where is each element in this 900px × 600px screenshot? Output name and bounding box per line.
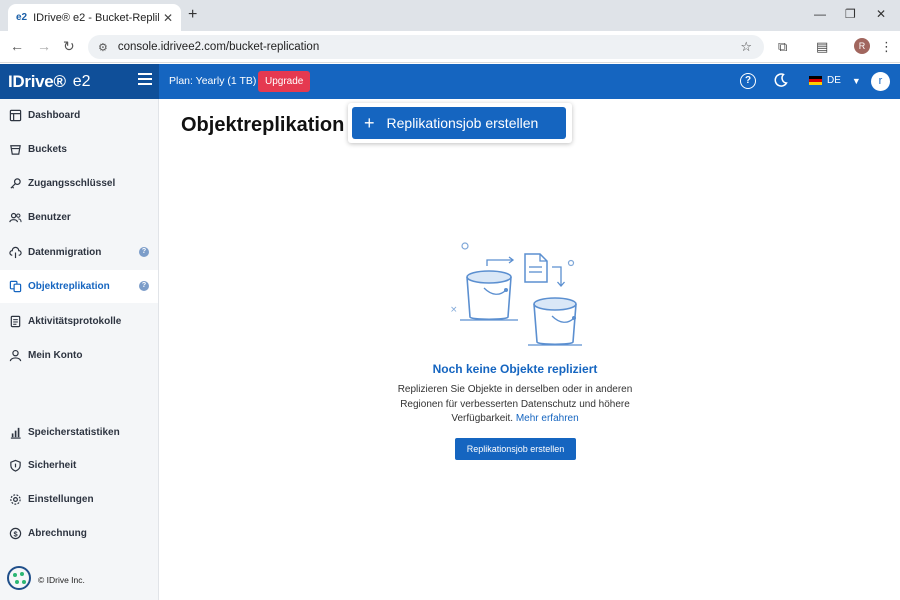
help-circle-icon[interactable]: ? xyxy=(139,247,149,257)
sidebar-item-label: Dashboard xyxy=(28,110,81,121)
shield-icon xyxy=(10,459,21,472)
upgrade-button[interactable]: Upgrade xyxy=(258,71,311,92)
empty-state-illustration: × xyxy=(450,242,582,346)
sidebar-item-security[interactable]: Sicherheit xyxy=(0,449,158,482)
chevron-down-icon: ▼ xyxy=(851,75,861,86)
sidebar-item-billing[interactable]: $ Abrechnung xyxy=(0,517,158,550)
sidebar-item-label: Einstellungen xyxy=(28,494,94,505)
footer-logo-icon xyxy=(7,566,31,590)
sidebar-item-storage-stats[interactable]: Speicherstatistiken xyxy=(0,416,158,449)
dark-mode-moon-icon[interactable] xyxy=(773,72,789,88)
tab-favicon: e2 xyxy=(16,12,28,23)
sidebar-item-label: Datenmigration xyxy=(28,247,102,258)
sidebar-item-label: Benutzer xyxy=(28,212,71,223)
cloud-migration-icon xyxy=(9,246,22,259)
sidebar-item-object-replication[interactable]: Objektreplikation ? xyxy=(0,270,158,303)
german-flag-icon xyxy=(809,76,822,85)
hamburger-menu-icon[interactable] xyxy=(138,73,152,87)
sidebar-item-label: Speicherstatistiken xyxy=(28,427,120,438)
sidebar-item-access-keys[interactable]: Zugangsschlüssel xyxy=(0,167,158,200)
sidebar-item-dashboard[interactable]: Dashboard xyxy=(0,99,158,132)
logo[interactable]: IDrive® e2 xyxy=(0,64,159,99)
activity-log-icon xyxy=(10,315,21,328)
copyright-text: © IDrive Inc. xyxy=(38,575,85,585)
sidebar-item-my-account[interactable]: Mein Konto xyxy=(0,339,158,372)
help-circle-icon[interactable]: ? xyxy=(139,281,149,291)
sidebar-item-label: Aktivitätsprotokolle xyxy=(28,316,122,327)
profile-avatar[interactable]: R xyxy=(854,38,870,54)
sidebar-item-label: Abrechnung xyxy=(28,528,87,539)
forward-icon[interactable]: → xyxy=(37,38,51,54)
language-selector[interactable]: DE ▼ xyxy=(809,75,861,86)
plus-icon: + xyxy=(364,113,375,133)
new-tab-icon[interactable]: + xyxy=(188,6,197,24)
browser-titlebar: e2 IDrive® e2 - Bucket-Replikation ✕ + —… xyxy=(0,0,900,31)
help-icon[interactable]: ? xyxy=(740,73,756,89)
create-button-label: Replikationsjob erstellen xyxy=(386,115,539,131)
learn-more-link[interactable]: Mehr erfahren xyxy=(516,413,579,424)
sidebar-item-users[interactable]: Benutzer xyxy=(0,201,158,234)
create-button-highlight: + Replikationsjob erstellen xyxy=(348,103,572,143)
browser-toolbar: ← → ↻ ⚙ console.idrivee2.com/bucket-repl… xyxy=(0,31,900,63)
language-label: DE xyxy=(827,75,841,86)
page-title: Objektreplikation xyxy=(181,114,345,136)
back-icon[interactable]: ← xyxy=(10,38,24,54)
sidebar-item-activity-logs[interactable]: Aktivitätsprotokolle xyxy=(0,305,158,338)
sidebar-item-label: Zugangsschlüssel xyxy=(28,178,116,189)
logo-suffix: e2 xyxy=(72,72,91,90)
dashboard-icon xyxy=(9,109,22,122)
account-icon xyxy=(9,349,22,362)
url-text: console.idrivee2.com/bucket-replication xyxy=(117,41,320,53)
replication-icon xyxy=(9,280,22,293)
menu-dots-icon[interactable]: ⋮ xyxy=(880,39,893,55)
billing-icon: $ xyxy=(9,527,22,540)
minimize-icon[interactable]: — xyxy=(814,7,826,21)
extensions-icon[interactable]: ⧉ xyxy=(778,39,787,55)
sidebar-item-data-migration[interactable]: Datenmigration ? xyxy=(0,236,158,269)
browser-tab[interactable]: e2 IDrive® e2 - Bucket-Replikation ✕ xyxy=(8,4,181,31)
tab-close-icon[interactable]: ✕ xyxy=(163,11,173,25)
sidebar: Dashboard Buckets Zugangsschlüssel Benut… xyxy=(0,99,159,600)
address-bar[interactable]: ⚙ console.idrivee2.com/bucket-replicatio… xyxy=(88,35,764,59)
reload-icon[interactable]: ↻ xyxy=(63,38,75,55)
svg-text:$: $ xyxy=(13,529,18,538)
key-icon xyxy=(10,178,21,189)
users-icon xyxy=(9,212,22,223)
site-info-icon[interactable]: ⚙ xyxy=(98,41,108,54)
tab-title: IDrive® e2 - Bucket-Replikation xyxy=(33,11,159,24)
user-avatar[interactable]: r xyxy=(871,72,890,91)
window-close-icon[interactable]: ✕ xyxy=(876,7,886,21)
empty-state-title: Noch keine Objekte repliziert xyxy=(432,362,598,376)
empty-state-create-button[interactable]: Replikationsjob erstellen xyxy=(455,438,576,460)
restore-icon[interactable]: ❐ xyxy=(845,7,856,21)
sidebar-item-settings[interactable]: Einstellungen xyxy=(0,483,158,516)
sidebar-item-label: Sicherheit xyxy=(28,460,77,471)
gear-icon xyxy=(10,494,21,505)
sidebar-item-label: Mein Konto xyxy=(28,350,83,361)
sidebar-item-buckets[interactable]: Buckets xyxy=(0,133,158,166)
reading-list-icon[interactable]: ▤ xyxy=(816,39,828,55)
plan-label: Plan: Yearly (1 TB) xyxy=(169,75,257,87)
sidebar-item-label: Objektreplikation xyxy=(28,281,110,292)
bookmark-star-icon[interactable]: ☆ xyxy=(740,39,752,55)
logo-text: IDrive® xyxy=(8,71,66,91)
empty-state-description: Replizieren Sie Objekte in derselben ode… xyxy=(380,383,650,427)
bucket-icon xyxy=(10,145,21,155)
app-header: IDrive® e2 Plan: Yearly (1 TB) Upgrade ?… xyxy=(0,64,900,99)
create-replication-job-button[interactable]: + Replikationsjob erstellen xyxy=(352,107,566,139)
svg-text:×: × xyxy=(450,305,458,315)
stats-icon xyxy=(10,427,21,439)
sidebar-item-label: Buckets xyxy=(28,144,67,155)
